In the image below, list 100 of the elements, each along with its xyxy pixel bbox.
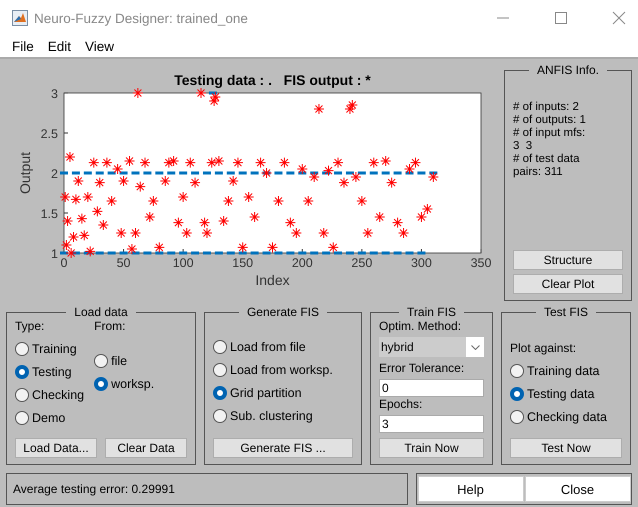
asterisk-marker [196, 88, 207, 98]
data-point [208, 92, 217, 94]
info-text: # of inputs: 2 # of outputs: 1 # of input mfs: 3 3 # of test data pairs: 311 [513, 101, 587, 180]
asterisk-marker [392, 217, 404, 228]
test-now-button[interactable]: Test Now [510, 438, 622, 458]
data-point [406, 172, 414, 174]
panel-button[interactable]: Clear Data [105, 438, 187, 458]
y-tick-label: 1 [51, 247, 58, 261]
asterisk-marker [255, 157, 266, 168]
radio-button[interactable]: Checking data [510, 405, 622, 428]
asterisk-marker [184, 157, 196, 168]
epochs-field[interactable]: 3 [379, 415, 484, 433]
dialog-button[interactable]: Close [524, 476, 630, 502]
data-point [334, 172, 342, 174]
asterisk-marker [237, 242, 248, 253]
data-point [358, 252, 366, 254]
x-tick-label: 100 [172, 256, 194, 270]
data-point [310, 172, 318, 174]
tolerance-field[interactable]: 0 [379, 379, 484, 397]
radio-button[interactable]: Training [15, 337, 84, 360]
asterisk-marker [332, 157, 344, 168]
asterisk-marker [296, 164, 308, 174]
asterisk-marker [323, 165, 334, 176]
asterisk-marker [346, 100, 358, 110]
epochs-label: Epochs: [379, 397, 424, 413]
menu-item[interactable]: File [12, 39, 34, 54]
data-point [274, 172, 282, 174]
asterisk-marker [272, 196, 284, 206]
panel-title: Generate FIS [246, 305, 320, 319]
asterisk-marker [422, 204, 433, 214]
asterisk-marker [308, 172, 320, 182]
data-point [226, 252, 235, 254]
data-point [226, 172, 235, 174]
close-icon[interactable] [612, 11, 626, 26]
caret-icon [470, 344, 480, 350]
data-point [370, 172, 378, 174]
data-point [167, 172, 176, 174]
asterisk-marker [356, 196, 368, 206]
asterisk-marker [148, 196, 159, 206]
asterisk-marker [208, 96, 220, 106]
radio-button[interactable]: file [94, 349, 154, 372]
asterisk-marker [88, 157, 100, 168]
data-point [96, 172, 104, 174]
generate-fis-button[interactable]: Generate FIS ... [213, 438, 353, 458]
radio-button[interactable]: Load from file [213, 335, 353, 358]
plot-against-label: Plot against: [510, 341, 578, 357]
radio-button[interactable]: Load from worksp. [213, 358, 353, 381]
asterisk-marker [290, 228, 302, 238]
asterisk-marker [190, 177, 201, 188]
asterisk-marker [168, 156, 180, 166]
status-bar: Average testing error: 0.29991 [6, 473, 408, 505]
asterisk-marker [118, 176, 130, 186]
radio-button[interactable]: Testing [15, 360, 84, 383]
asterisk-marker [64, 152, 76, 162]
y-axis-label: Output [17, 152, 33, 194]
radio-button[interactable]: worksp. [94, 372, 154, 395]
window-title: Neuro-Fuzzy Designer: trained_one [34, 10, 249, 26]
data-point [214, 252, 223, 254]
data-point [214, 172, 223, 174]
data-point [84, 172, 92, 174]
asterisk-marker [84, 246, 96, 257]
maximize-icon[interactable] [554, 11, 568, 26]
data-point [429, 172, 438, 174]
asterisk-marker [328, 242, 339, 253]
data-point [334, 252, 342, 254]
radio-button[interactable]: Grid partition [213, 381, 353, 404]
panel-button[interactable]: Clear Plot [513, 274, 623, 294]
radio-button[interactable]: Training data [510, 359, 622, 382]
chart-title: Testing data : . FIS output : * [174, 72, 371, 88]
asterisk-marker [66, 248, 77, 258]
asterisk-marker [302, 196, 314, 206]
panel-button[interactable]: Load Data... [15, 438, 97, 458]
radio-button[interactable]: Testing data [510, 382, 622, 405]
dialog-button[interactable]: Help [418, 476, 524, 502]
asterisk-marker [94, 177, 106, 188]
data-point [179, 172, 188, 174]
asterisk-marker [416, 212, 427, 222]
radio-button[interactable]: Sub. clustering [213, 404, 353, 427]
panel-button[interactable]: Structure [513, 250, 623, 270]
asterisk-marker [404, 164, 416, 174]
asterisk-marker [181, 228, 192, 238]
asterisk-marker [160, 176, 171, 186]
train-now-button[interactable]: Train Now [379, 438, 484, 458]
radio-button[interactable]: Checking [15, 383, 84, 406]
method-dropdown[interactable]: hybrid [379, 337, 484, 357]
radio-button[interactable]: Demo [15, 406, 84, 429]
y-tick-label: 2 [51, 167, 58, 181]
asterisk-marker [398, 228, 410, 238]
method-label: Optim. Method: [379, 319, 462, 335]
asterisk-marker [116, 228, 127, 238]
menu-item[interactable]: View [85, 39, 114, 54]
data-point [322, 172, 330, 174]
asterisk-marker [386, 177, 398, 188]
app-logo-icon [12, 10, 28, 26]
data-point [108, 172, 116, 174]
menu-item[interactable]: Edit [48, 39, 72, 54]
data-point [358, 172, 366, 174]
y-tick-label: 3 [51, 87, 58, 101]
data-point [60, 252, 68, 254]
asterisk-marker [218, 216, 230, 226]
